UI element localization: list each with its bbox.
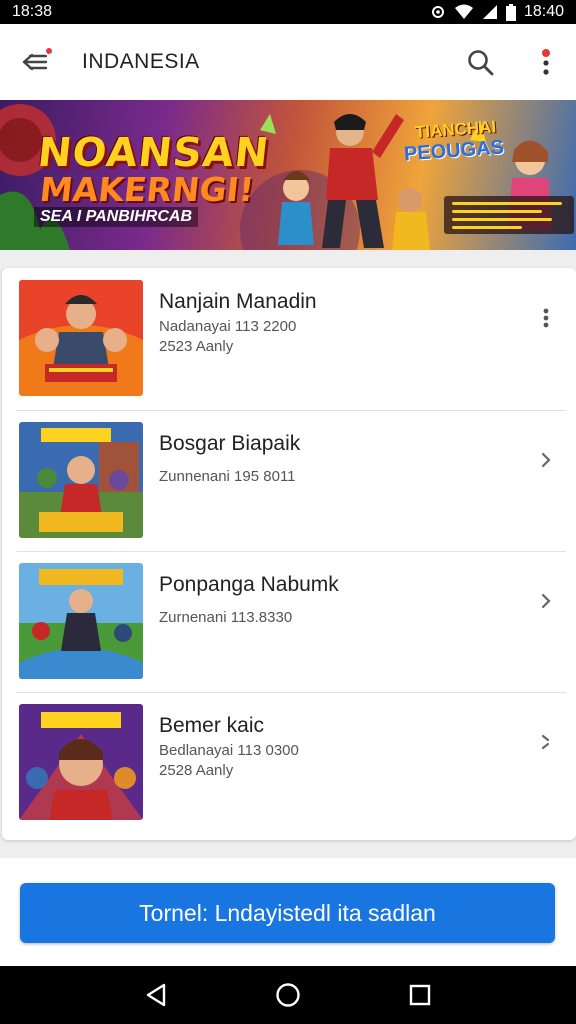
game-thumbnail-image	[19, 280, 143, 396]
status-time: 18:38	[12, 3, 53, 20]
game-list: Nanjain Manadin Nadanayai 113 2200 2523 …	[2, 268, 576, 840]
primary-action-button[interactable]: Tornel: Lndayistedl ita sadlan	[20, 883, 555, 943]
list-item-thumbnail	[19, 563, 143, 679]
list-item[interactable]: Ponpanga Nabumk Zurnenani 113.8330	[2, 551, 576, 691]
chevron-expand-icon	[541, 734, 550, 750]
banner-title-secondary: MAKERNGI!	[37, 170, 256, 209]
wifi-icon	[454, 4, 473, 19]
list-item-title: Ponpanga Nabumk	[159, 573, 339, 596]
page-title: INDANESIA	[82, 50, 200, 73]
item-expand-button[interactable]	[534, 728, 558, 756]
settings-status-icon	[431, 6, 444, 18]
game-thumbnail-image	[19, 563, 143, 679]
notification-dot	[44, 46, 54, 56]
list-item-thumbnail	[19, 704, 143, 820]
more-vert-icon	[543, 308, 549, 328]
nav-home-button[interactable]	[268, 975, 308, 1015]
list-item-meta: Bedlanayai 113 0300	[159, 742, 299, 759]
list-item-meta-secondary: 2528 Aanly	[159, 762, 234, 779]
nav-back-button[interactable]	[136, 975, 176, 1015]
list-item-meta: Nadanayai 113 2200	[159, 318, 297, 335]
status-icons: 18:40	[430, 3, 564, 21]
status-time-secondary: 18:40	[523, 3, 564, 20]
search-button[interactable]	[466, 48, 496, 78]
promo-banner[interactable]: NOANSAN MAKERNGI! SEA I PANBIHRCAB TIANC…	[0, 100, 576, 250]
list-item-meta-secondary: 2523 Aanly	[159, 338, 234, 355]
back-button[interactable]	[20, 46, 54, 78]
status-bar: 18:38 18:40	[0, 0, 576, 24]
item-open-button[interactable]	[534, 446, 558, 474]
list-item-meta: Zurnenani 113.8330	[159, 609, 293, 626]
app-bar: INDANESIA	[0, 24, 576, 100]
list-item[interactable]: Nanjain Manadin Nadanayai 113 2200 2523 …	[2, 268, 576, 408]
game-thumbnail-image	[19, 704, 143, 820]
list-item[interactable]: Bosgar Biapaik Zunnenani 195 8011	[2, 410, 576, 550]
game-thumbnail-image	[19, 422, 143, 538]
bottom-action-area: Tornel: Lndayistedl ita sadlan	[0, 858, 576, 966]
nav-back-icon	[146, 983, 166, 1007]
battery-icon	[505, 3, 516, 21]
list-item-thumbnail	[19, 280, 143, 396]
list-item[interactable]: Bemer kaic Bedlanayai 113 0300 2528 Aanl…	[2, 692, 576, 832]
item-open-button[interactable]	[534, 587, 558, 615]
nav-home-icon	[276, 983, 300, 1007]
list-item-meta: Zunnenani 195 8011	[159, 468, 296, 485]
banner-subtitle: SEA I PANBIHRCAB	[34, 207, 199, 227]
banner-info-panel	[444, 196, 574, 234]
nav-recents-button[interactable]	[400, 975, 440, 1015]
list-item-title: Bemer kaic	[159, 714, 265, 737]
more-vert-icon	[542, 49, 550, 75]
chevron-right-icon	[541, 452, 551, 468]
chevron-right-icon	[541, 593, 551, 609]
nav-recents-icon	[409, 984, 431, 1006]
item-menu-button[interactable]	[534, 304, 558, 332]
overflow-menu-button[interactable]	[536, 46, 556, 78]
list-item-title: Nanjain Manadin	[159, 290, 317, 313]
search-icon	[468, 50, 494, 76]
list-item-thumbnail	[19, 422, 143, 538]
signal-icon	[482, 5, 497, 19]
system-navigation-bar	[0, 966, 576, 1024]
list-item-title: Bosgar Biapaik	[159, 432, 301, 455]
